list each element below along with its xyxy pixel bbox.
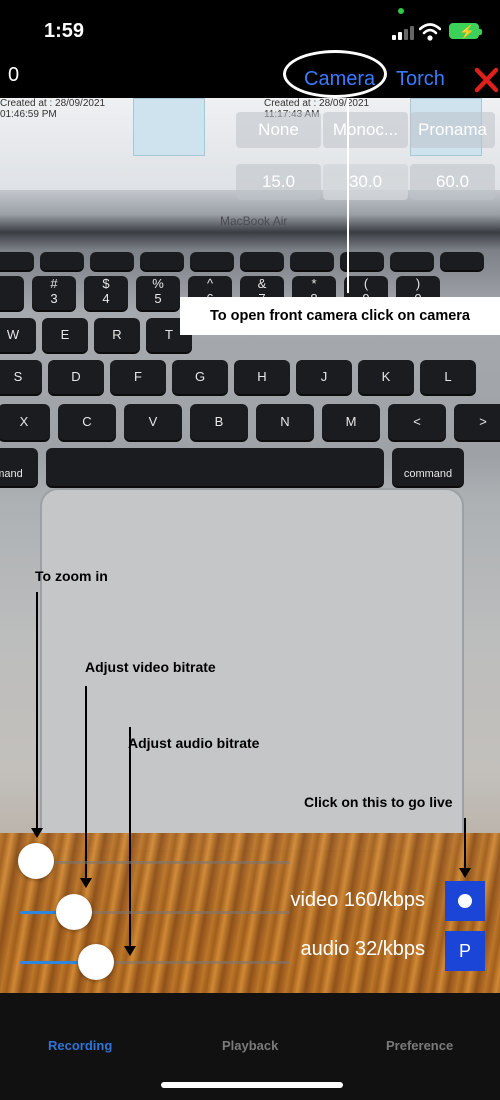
torch-button[interactable]: Torch [396,68,445,91]
top-toolbar: 0 Camera Torch [0,58,500,98]
audio-tip-arrow-line [129,727,131,947]
filter-selector: None Monoc... Pronama [236,112,497,148]
video-tip-arrow-line [85,686,87,878]
screen-created-right: Created at : 28/09/2021 [264,98,370,109]
counter-label: 0 [8,64,20,86]
go-live-button[interactable] [445,881,485,921]
zoom-slider-thumb[interactable] [18,843,54,879]
fps-option-60[interactable]: 60.0 [410,164,495,200]
keyboard-photo: #3 $4 %5 ^6 &7 *8 (9 )0 W E R T S D F G … [0,248,500,486]
filter-option-pronama[interactable]: Pronama [410,112,495,148]
video-tip-label: Adjust video bitrate [85,659,216,675]
tab-preference[interactable]: Preference [386,1038,453,1053]
close-icon[interactable] [472,66,500,94]
camera-in-use-indicator [398,8,404,14]
video-bitrate-slider-thumb[interactable] [56,894,92,930]
app-screen: 1:59 ⚡ 0 Camera Torch Created at : 28/09… [0,0,500,1100]
zoom-tip-label: To zoom in [35,568,108,584]
camera-tip-callout: To open front camera click on camera [180,297,500,335]
filter-option-none[interactable]: None [236,112,321,148]
cellular-signal-icon [392,24,414,40]
p-button[interactable]: P [445,931,485,971]
zoom-tip-arrowhead [31,828,43,838]
battery-charging-icon: ⚡ [449,23,482,39]
camera-preview: Created at : 28/09/2021 01:46:59 PM Crea… [0,98,500,993]
status-bar: 1:59 ⚡ [0,0,500,58]
screen-time-left: 01:46:59 PM [0,109,57,120]
laptop-brand-label: MacBook Air [220,214,288,228]
status-time: 1:59 [44,20,85,42]
audio-tip-label: Adjust audio bitrate [128,735,260,751]
audio-bitrate-slider-thumb[interactable] [77,944,114,980]
audio-bitrate-label: audio 32/kbps [300,938,425,960]
live-tip-arrowhead [459,868,471,878]
tab-recording[interactable]: Recording [48,1038,112,1053]
zoom-slider-track[interactable] [20,861,290,864]
live-tip-label: Click on this to go live [304,794,453,810]
video-tip-arrowhead [80,878,92,888]
audio-tip-arrowhead [124,946,136,956]
fps-selector: 15.0 30.0 60.0 [236,164,497,200]
live-tip-arrow-line [464,818,466,868]
zoom-tip-arrow-line [36,592,38,828]
screen-created-left: Created at : 28/09/2021 [0,98,106,109]
fps-option-15[interactable]: 15.0 [236,164,321,200]
video-bitrate-label: video 160/kbps [290,889,425,911]
camera-highlight-oval [283,50,387,98]
callout-pointer-line [347,98,349,293]
record-dot-icon [458,894,472,908]
screen-thumbnail [133,98,205,156]
fps-option-30[interactable]: 30.0 [323,164,408,200]
tab-playback[interactable]: Playback [222,1038,278,1053]
home-indicator [161,1082,343,1088]
filter-option-monochrome[interactable]: Monoc... [323,112,408,148]
wifi-icon [419,23,441,41]
